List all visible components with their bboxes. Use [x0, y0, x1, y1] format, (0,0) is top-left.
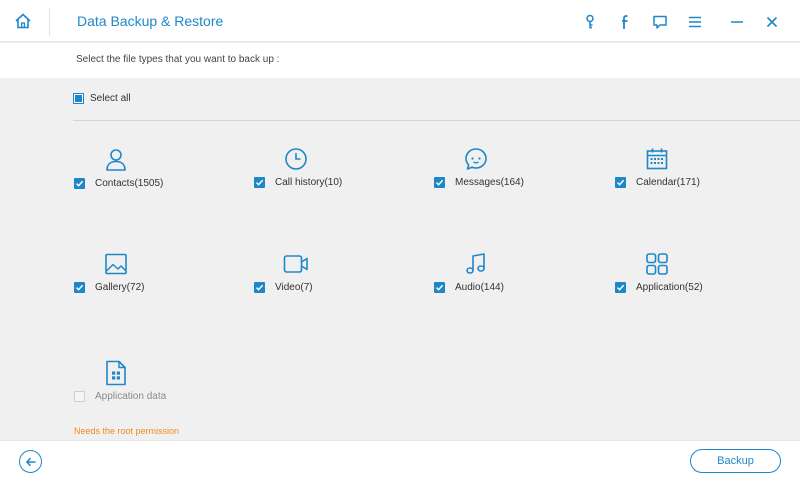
music-icon — [463, 251, 489, 277]
file-type-application-data: Application data — [74, 360, 234, 420]
feedback-icon — [653, 15, 667, 29]
checkbox-application-data[interactable]: Application data — [74, 391, 166, 402]
label-video: Video(7) — [275, 282, 313, 293]
close-icon — [766, 16, 778, 28]
arrow-left-icon — [25, 457, 35, 466]
app-title: Data Backup & Restore — [77, 13, 224, 29]
file-type-gallery: Gallery(72) — [74, 251, 234, 311]
title-bar: Data Backup & Restore — [0, 0, 800, 42]
back-button[interactable] — [19, 450, 42, 473]
minimize-icon — [731, 21, 743, 23]
home-icon — [15, 13, 31, 29]
clock-icon — [283, 146, 309, 172]
label-messages: Messages(164) — [455, 177, 524, 188]
menu-icon — [689, 16, 701, 28]
file-type-call-history: Call history(10) — [254, 146, 414, 206]
close-button[interactable] — [762, 12, 782, 32]
label-call-history: Call history(10) — [275, 177, 343, 188]
label-application-data: Application data — [95, 391, 167, 402]
footer-bar: Backup — [0, 440, 800, 485]
check-icon — [434, 177, 445, 188]
image-icon — [103, 251, 129, 277]
contact-icon — [103, 147, 129, 173]
instruction-text: Select the file types that you want to b… — [76, 54, 280, 65]
title-divider — [49, 8, 50, 36]
checkbox-application[interactable]: Application(52) — [615, 282, 703, 293]
file-type-audio: Audio(144) — [434, 251, 594, 311]
checkbox-video[interactable]: Video(7) — [254, 282, 313, 293]
select-all-checkbox[interactable]: Select all — [73, 93, 131, 104]
check-icon — [615, 282, 626, 293]
select-all-box — [73, 93, 84, 104]
facebook-button[interactable] — [615, 12, 635, 32]
check-icon — [254, 282, 265, 293]
file-type-application: Application(52) — [615, 251, 775, 311]
app-data-icon — [103, 360, 129, 386]
check-icon — [74, 282, 85, 293]
checkbox-audio[interactable]: Audio(144) — [434, 282, 504, 293]
checkbox-box — [74, 391, 85, 402]
section-divider — [73, 120, 800, 121]
facebook-icon — [622, 15, 628, 29]
message-icon — [463, 146, 489, 172]
label-gallery: Gallery(72) — [95, 282, 145, 293]
checkbox-contacts[interactable]: Contacts(1505) — [74, 178, 163, 189]
check-icon — [434, 282, 445, 293]
key-button[interactable] — [580, 12, 600, 32]
label-calendar: Calendar(171) — [636, 177, 700, 188]
home-button[interactable] — [12, 10, 34, 32]
checkbox-messages[interactable]: Messages(164) — [434, 177, 524, 188]
file-type-video: Video(7) — [254, 251, 414, 311]
backup-button[interactable]: Backup — [690, 449, 781, 473]
check-icon — [74, 178, 85, 189]
file-type-messages: Messages(164) — [434, 146, 594, 206]
feedback-button[interactable] — [650, 12, 670, 32]
root-permission-note: Needs the root permission — [74, 426, 180, 436]
label-audio: Audio(144) — [455, 282, 504, 293]
check-icon — [254, 177, 265, 188]
menu-button[interactable] — [685, 12, 705, 32]
label-application: Application(52) — [636, 282, 703, 293]
key-icon — [586, 14, 594, 29]
video-icon — [283, 251, 309, 277]
checkbox-gallery[interactable]: Gallery(72) — [74, 282, 144, 293]
file-type-calendar: Calendar(171) — [615, 146, 775, 206]
calendar-icon — [644, 146, 670, 172]
label-contacts: Contacts(1505) — [95, 178, 164, 189]
check-icon — [615, 177, 626, 188]
file-type-contacts: Contacts(1505) — [74, 147, 234, 207]
checkbox-calendar[interactable]: Calendar(171) — [615, 177, 700, 188]
checkbox-call-history[interactable]: Call history(10) — [254, 177, 342, 188]
instruction-bar: Select the file types that you want to b… — [0, 43, 800, 78]
select-all-label: Select all — [90, 93, 131, 104]
minimize-button[interactable] — [727, 12, 747, 32]
apps-icon — [644, 251, 670, 277]
